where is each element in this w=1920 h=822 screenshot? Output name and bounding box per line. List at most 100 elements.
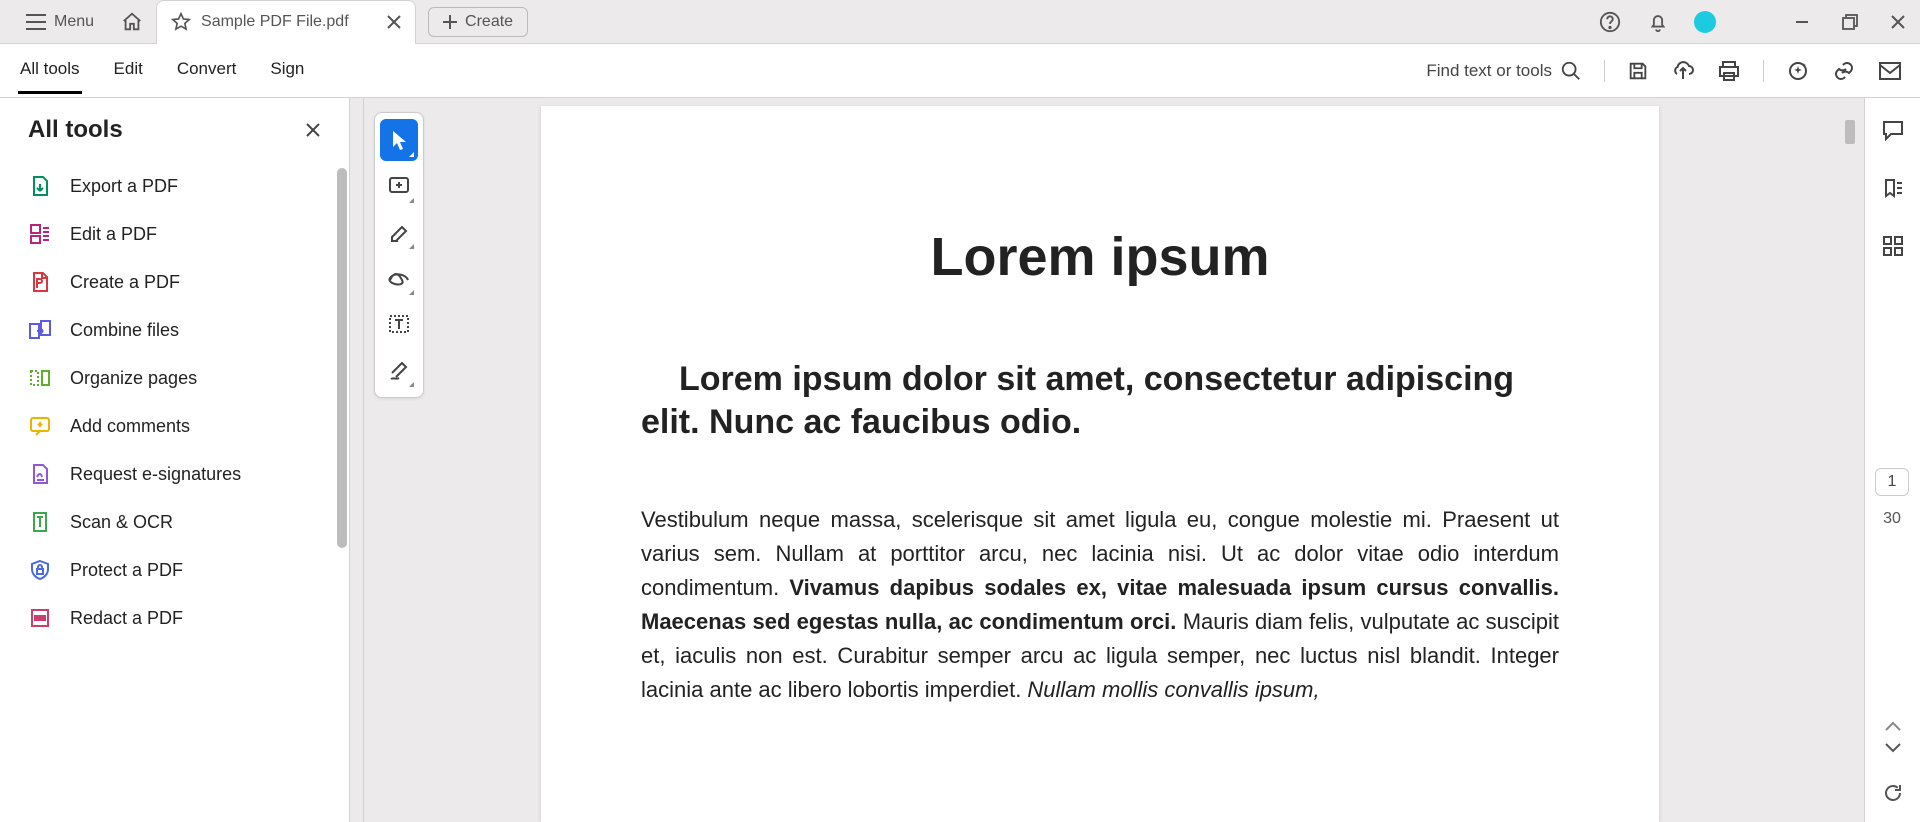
tool-item-comment[interactable]: Add comments: [0, 402, 349, 450]
tool-item-label: Combine files: [70, 320, 179, 341]
plus-icon: [443, 15, 457, 29]
tool-item-label: Redact a PDF: [70, 608, 183, 629]
document-viewport: Lorem ipsum Lorem ipsum dolor sit amet, …: [364, 98, 1836, 822]
restore-icon: [1842, 14, 1858, 30]
scan-icon: [28, 510, 52, 534]
close-icon: [387, 15, 401, 29]
tool-item-organize[interactable]: Organize pages: [0, 354, 349, 402]
window-close-button[interactable]: [1886, 10, 1910, 34]
organize-icon: [28, 366, 52, 390]
document-tab[interactable]: Sample PDF File.pdf: [156, 0, 416, 44]
create-label: Create: [465, 13, 513, 31]
tool-item-label: Add comments: [70, 416, 190, 437]
save-button[interactable]: [1627, 60, 1649, 82]
comments-panel-button[interactable]: [1879, 116, 1907, 144]
hamburger-icon: [26, 14, 46, 30]
tab-title: Sample PDF File.pdf: [201, 13, 349, 31]
document-body: Vestibulum neque massa, scelerisque sit …: [641, 503, 1559, 708]
current-page-input[interactable]: 1: [1875, 468, 1910, 496]
star-icon: [171, 12, 191, 32]
tool-item-combine[interactable]: Combine files: [0, 306, 349, 354]
tab-close-button[interactable]: [387, 15, 401, 29]
total-pages: 30: [1883, 510, 1901, 528]
close-icon: [1890, 14, 1906, 30]
find-button[interactable]: Find text or tools: [1426, 60, 1582, 82]
cursor-icon: [390, 129, 408, 151]
refresh-button[interactable]: [1882, 782, 1904, 804]
tool-item-export[interactable]: Export a PDF: [0, 162, 349, 210]
menu-button[interactable]: Menu: [12, 7, 108, 37]
ai-sparkle-icon: [1786, 59, 1810, 83]
cloud-save-button[interactable]: [1671, 60, 1695, 82]
title-bar: Menu Sample PDF File.pdf Create: [0, 0, 1920, 44]
notifications-button[interactable]: [1646, 10, 1670, 34]
quick-tools: [374, 112, 424, 398]
sign-tool[interactable]: [380, 349, 418, 391]
share-link-button[interactable]: [1832, 60, 1856, 82]
chevron-up-icon: [1884, 720, 1902, 732]
panel-close-button[interactable]: [305, 122, 321, 138]
all-tools-panel: All tools Export a PDF Edit a PDF Create a…: [0, 98, 350, 822]
tab-sign[interactable]: Sign: [268, 47, 306, 94]
email-button[interactable]: [1878, 61, 1902, 81]
redact-icon: [28, 606, 52, 630]
bookmarks-panel-button[interactable]: [1879, 174, 1907, 202]
tool-item-esign[interactable]: Request e-signatures: [0, 450, 349, 498]
thumbnails-panel-button[interactable]: [1879, 232, 1907, 260]
select-tool[interactable]: [380, 119, 418, 161]
sticky-note-icon: [388, 176, 410, 196]
home-button[interactable]: [114, 4, 150, 40]
draw-tool[interactable]: [380, 257, 418, 299]
rail-handle[interactable]: [1845, 120, 1855, 144]
save-icon: [1627, 60, 1649, 82]
textbox-tool[interactable]: [380, 303, 418, 345]
text-box-icon: [388, 314, 410, 334]
tool-item-edit[interactable]: Edit a PDF: [0, 210, 349, 258]
find-label: Find text or tools: [1426, 61, 1552, 81]
tab-convert[interactable]: Convert: [175, 47, 239, 94]
tool-item-scan[interactable]: Scan & OCR: [0, 498, 349, 546]
bookmark-list-icon: [1881, 177, 1905, 199]
chevron-down-icon: [1884, 742, 1902, 754]
window-restore-button[interactable]: [1838, 10, 1862, 34]
comment-icon: [28, 414, 52, 438]
page-up-button[interactable]: [1884, 720, 1902, 732]
tool-item-label: Edit a PDF: [70, 224, 157, 245]
document-page[interactable]: Lorem ipsum Lorem ipsum dolor sit amet, …: [541, 106, 1659, 822]
document-subtitle: Lorem ipsum dolor sit amet, consectetur …: [641, 358, 1559, 443]
ai-assistant-button[interactable]: [1786, 59, 1810, 83]
create-button[interactable]: Create: [428, 7, 528, 37]
account-avatar[interactable]: [1694, 11, 1716, 33]
tab-edit[interactable]: Edit: [112, 47, 145, 94]
print-button[interactable]: [1717, 60, 1741, 82]
titlebar-right: [1598, 0, 1910, 44]
highlighter-icon: [388, 221, 410, 243]
tool-item-label: Export a PDF: [70, 176, 178, 197]
right-gutter: [1836, 98, 1864, 822]
highlight-tool[interactable]: [380, 211, 418, 253]
tab-all-tools[interactable]: All tools: [18, 47, 82, 94]
tool-item-label: Scan & OCR: [70, 512, 173, 533]
window-minimize-button[interactable]: [1790, 10, 1814, 34]
panel-scrollbar[interactable]: [337, 168, 347, 548]
add-note-tool[interactable]: [380, 165, 418, 207]
signature-icon: [388, 359, 410, 381]
export-icon: [28, 174, 52, 198]
panel-title: All tools: [28, 116, 123, 144]
tool-item-label: Organize pages: [70, 368, 197, 389]
print-icon: [1717, 60, 1741, 82]
tool-item-create[interactable]: Create a PDF: [0, 258, 349, 306]
tool-item-protect[interactable]: Protect a PDF: [0, 546, 349, 594]
right-rail: 1 30: [1864, 98, 1920, 822]
minimize-icon: [1794, 14, 1810, 30]
tool-item-label: Request e-signatures: [70, 464, 241, 485]
tool-row: All tools Edit Convert Sign Find text or…: [0, 44, 1920, 98]
document-title: Lorem ipsum: [641, 226, 1559, 288]
combine-icon: [28, 318, 52, 342]
freeform-icon: [388, 270, 410, 286]
refresh-icon: [1882, 782, 1904, 804]
page-down-button[interactable]: [1884, 742, 1902, 754]
create-icon: [28, 270, 52, 294]
tool-item-redact[interactable]: Redact a PDF: [0, 594, 349, 642]
help-button[interactable]: [1598, 10, 1622, 34]
